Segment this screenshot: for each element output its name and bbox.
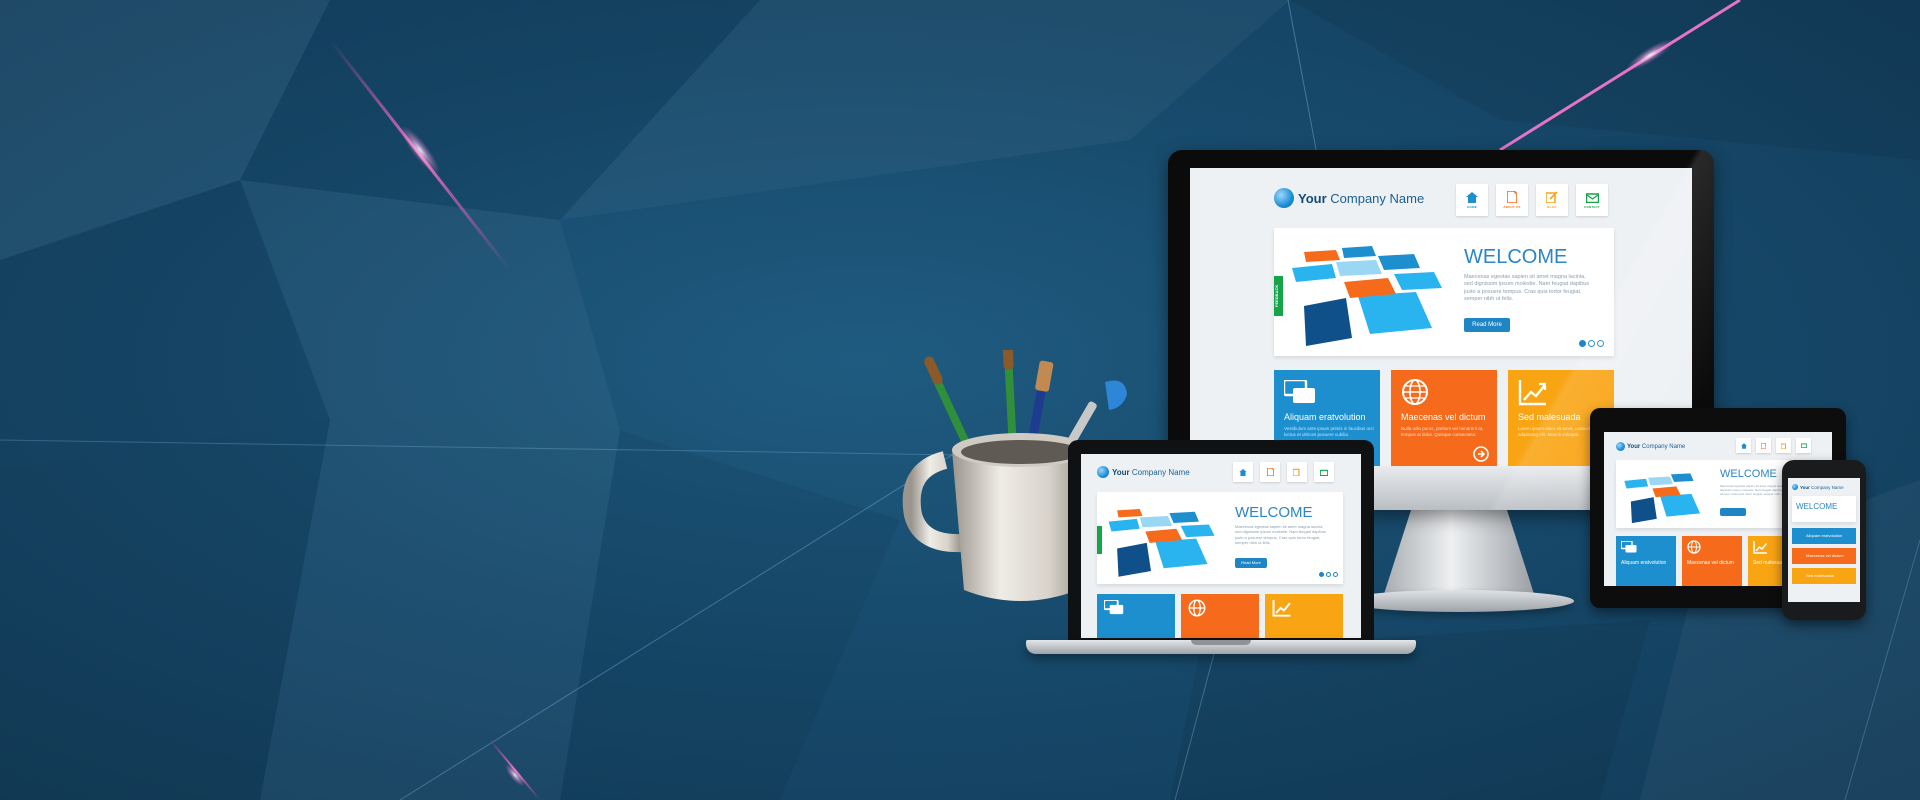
nav-blog[interactable] (1776, 438, 1791, 453)
nav-contact[interactable] (1796, 438, 1811, 453)
company-logo-icon (1097, 466, 1109, 478)
hero-text: Maecenas egestas sapien sit amet magna l… (1235, 524, 1326, 546)
feature-tile-1[interactable]: Aliquam eratvolution (1792, 528, 1856, 544)
phone-website-mockup: Your Company Name WELCOME Aliquam eratvo… (1788, 478, 1860, 602)
chart-up-icon (1518, 380, 1547, 406)
home-icon (1466, 191, 1478, 203)
chat-bubbles-icon (1104, 600, 1124, 615)
hero-title: WELCOME (1720, 468, 1777, 480)
nav-blog[interactable]: BLOG (1536, 184, 1568, 216)
document-icon (1266, 468, 1274, 476)
feature-tile-2[interactable]: Maecenas vel dictum (1682, 536, 1742, 586)
feature-tile-2[interactable]: Maecenas vel dictum Nulla odio purus, pr… (1391, 370, 1497, 466)
main-nav (1233, 462, 1334, 482)
arrow-circle-icon[interactable] (1473, 446, 1489, 462)
slide-dot[interactable] (1326, 572, 1331, 577)
nav-home[interactable] (1736, 438, 1751, 453)
slide-dot[interactable] (1333, 572, 1338, 577)
mail-icon (1320, 469, 1328, 476)
globe-icon (1402, 379, 1428, 405)
edit-icon (1546, 191, 1558, 203)
feature-tile-2[interactable] (1181, 594, 1259, 638)
slide-dot[interactable] (1597, 340, 1604, 347)
monitor-stand-base (1344, 590, 1574, 612)
hero-title: WELCOME (1235, 504, 1313, 521)
hero-title: WELCOME (1464, 246, 1568, 268)
nav-about-us[interactable]: ABOUT US (1496, 184, 1528, 216)
globe-icon (1687, 540, 1701, 554)
mail-icon (1585, 192, 1599, 203)
feature-tile-3[interactable] (1265, 594, 1343, 638)
hero-banner: FEEDBACK WELCOME Maecenas egestas sapien… (1274, 228, 1614, 356)
laptop-website-mockup: Your Company Name WELCOME Maecenas egest… (1081, 454, 1361, 638)
nav-blog[interactable] (1287, 462, 1307, 482)
hero-banner: WELCOME Maecenas egestas sapien sit amet… (1097, 492, 1343, 584)
document-icon (1761, 442, 1766, 449)
main-nav: HOME ABOUT US BLOG CONTACT (1456, 184, 1608, 216)
feedback-tab[interactable] (1097, 526, 1102, 554)
nav-about-us[interactable] (1260, 462, 1280, 482)
feature-tile-1[interactable] (1097, 594, 1175, 638)
home-icon (1239, 468, 1247, 476)
edit-icon (1293, 468, 1300, 476)
hero-text: Maecenas egestas sapien sit amet magna l… (1464, 274, 1590, 303)
read-more-button[interactable] (1720, 508, 1746, 516)
feedback-tab[interactable]: FEEDBACK (1274, 276, 1283, 316)
company-logo-icon (1274, 188, 1294, 208)
chart-up-icon (1272, 600, 1291, 617)
read-more-button[interactable]: Read More (1464, 318, 1510, 332)
globe-icon (1188, 599, 1206, 617)
nav-contact[interactable]: CONTACT (1576, 184, 1608, 216)
nav-home[interactable] (1233, 462, 1253, 482)
hero-tiles-graphic (1624, 473, 1701, 524)
edit-icon (1780, 443, 1786, 449)
company-logo-icon (1792, 484, 1798, 490)
hero-banner: WELCOME (1792, 496, 1856, 522)
chart-up-icon (1753, 541, 1768, 554)
chat-bubbles-icon (1621, 541, 1637, 553)
company-name[interactable]: Your Company Name (1112, 468, 1190, 477)
slider-dots (1579, 340, 1604, 347)
slide-dot[interactable] (1588, 340, 1595, 347)
document-icon (1507, 191, 1517, 203)
company-logo-icon (1616, 442, 1625, 451)
feature-tile-3[interactable]: Sed malesuada (1792, 568, 1856, 584)
feature-tile-2[interactable]: Maecenas vel dictum (1792, 548, 1856, 564)
slide-dot[interactable] (1319, 572, 1324, 577)
slide-dot[interactable] (1579, 340, 1586, 347)
nav-about-us[interactable] (1756, 438, 1771, 453)
home-icon (1740, 442, 1747, 449)
chat-bubbles-icon (1284, 380, 1315, 403)
feature-tile-1[interactable]: Aliquam eratvolution (1616, 536, 1676, 586)
slider-dots (1319, 572, 1338, 577)
nav-contact[interactable] (1314, 462, 1334, 482)
hero-title: WELCOME (1796, 502, 1838, 511)
hero-tiles-graphic (1292, 246, 1442, 346)
laptop: Your Company Name WELCOME Maecenas egest… (1068, 440, 1374, 644)
main-nav (1736, 438, 1811, 453)
smartphone: Your Company Name WELCOME Aliquam eratvo… (1782, 460, 1866, 620)
company-name[interactable]: Your Company Name (1627, 444, 1685, 450)
nav-home[interactable]: HOME (1456, 184, 1488, 216)
read-more-button[interactable]: Read More (1235, 558, 1267, 568)
company-name[interactable]: Your Company Name (1800, 485, 1844, 490)
laptop-notch (1191, 640, 1251, 645)
hero-tiles-graphic (1108, 508, 1215, 577)
mail-icon (1800, 443, 1807, 448)
company-name[interactable]: Your Company Name (1298, 191, 1424, 206)
